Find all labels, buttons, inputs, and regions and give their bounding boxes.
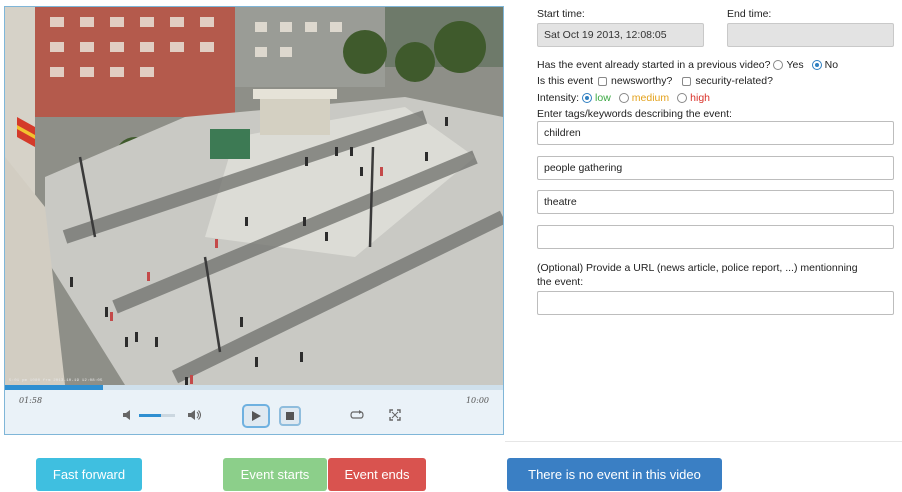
no-event-button[interactable]: There is no event in this video <box>507 458 722 491</box>
total-time: 10:00 <box>465 396 489 405</box>
previous-video-question-row: Has the event already started in a previ… <box>537 59 838 71</box>
elapsed-time: 01:58 <box>19 396 43 405</box>
url-label-line1: (Optional) Provide a URL (news article, … <box>537 262 858 274</box>
tag-input-1[interactable]: children <box>537 121 894 145</box>
previous-video-no-radio[interactable] <box>811 60 822 70</box>
intensity-row: Intensity: low medium high <box>537 92 710 104</box>
stop-icon <box>286 412 294 420</box>
end-time-label: End time: <box>727 8 772 20</box>
security-related-checkbox[interactable] <box>682 76 692 86</box>
loop-icon[interactable] <box>349 408 365 422</box>
url-input[interactable] <box>537 291 894 315</box>
event-type-row: Is this event newsworthy? security-relat… <box>537 75 773 87</box>
play-icon <box>252 411 261 421</box>
newsworthy-checkbox[interactable] <box>598 76 608 86</box>
volume-slider[interactable] <box>139 414 175 417</box>
tag-input-3[interactable]: theatre <box>537 190 894 214</box>
video-timestamp-overlay: 5:01 pm 1080 frm 2013-10-19 12:08:05 <box>9 379 103 383</box>
start-time-label: Start time: <box>537 8 585 20</box>
intensity-high-label: high <box>690 92 711 104</box>
volume-max-icon[interactable] <box>187 408 203 422</box>
tag-input-4[interactable] <box>537 225 894 249</box>
volume-level <box>139 414 161 417</box>
intensity-high-radio[interactable] <box>677 93 688 103</box>
security-related-label: security-related? <box>695 75 773 87</box>
start-time-field[interactable]: Sat Oct 19 2013, 12:08:05 <box>537 23 704 47</box>
event-ends-button[interactable]: Event ends <box>328 458 426 491</box>
video-player[interactable]: 5:01 pm 1080 frm 2013-10-19 12:08:05 01:… <box>4 6 504 435</box>
intensity-low-radio[interactable] <box>582 93 593 103</box>
tags-label: Enter tags/keywords describing the event… <box>537 108 732 120</box>
previous-video-yes-radio[interactable] <box>773 60 784 70</box>
fullscreen-icon[interactable] <box>387 408 403 422</box>
previous-video-question: Has the event already started in a previ… <box>537 59 771 71</box>
intensity-label: Intensity: <box>537 92 580 104</box>
event-starts-button[interactable]: Event starts <box>223 458 327 491</box>
end-time-field[interactable] <box>727 23 894 47</box>
url-label-line2: the event: <box>537 276 584 288</box>
play-button[interactable] <box>242 404 270 428</box>
intensity-low-label: low <box>595 92 611 104</box>
newsworthy-label: newsworthy? <box>611 75 673 87</box>
divider <box>505 441 902 442</box>
video-controls: 01:58 10:00 <box>5 390 503 434</box>
previous-video-no-label: No <box>824 59 839 71</box>
fast-forward-button[interactable]: Fast forward <box>36 458 142 491</box>
tag-input-2[interactable]: people gathering <box>537 156 894 180</box>
event-type-prefix: Is this event <box>537 75 594 87</box>
surveillance-scene-image <box>5 7 503 385</box>
intensity-medium-label: medium <box>631 92 670 104</box>
stop-button[interactable] <box>279 406 301 426</box>
video-frame[interactable]: 5:01 pm 1080 frm 2013-10-19 12:08:05 <box>5 7 503 385</box>
intensity-medium-radio[interactable] <box>618 93 629 103</box>
previous-video-yes-label: Yes <box>786 59 804 71</box>
volume-mute-icon[interactable] <box>121 408 135 422</box>
